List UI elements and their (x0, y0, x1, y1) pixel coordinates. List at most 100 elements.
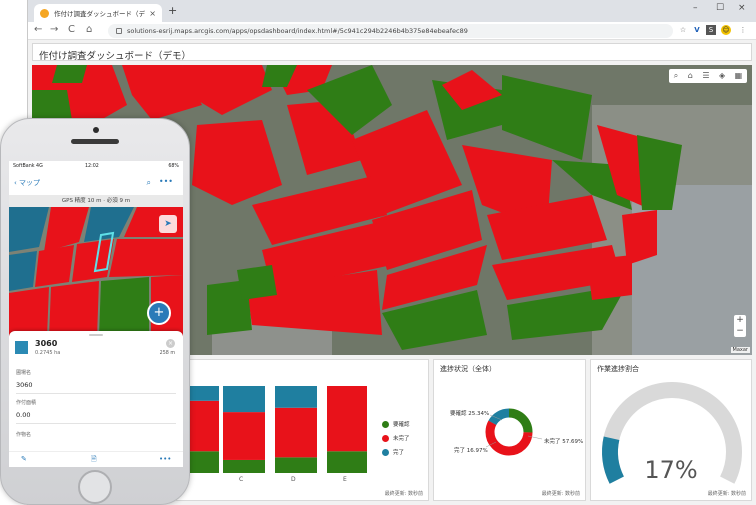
carrier-text: SoftBank 4G (13, 164, 43, 169)
green-parcel (52, 65, 87, 83)
dashboard-title: 作付け調査ダッシュボード（デモ） (39, 51, 192, 62)
close-window-button[interactable]: × (738, 3, 746, 13)
app-nav-bar: ‹ マップ ⌕ ••• (9, 173, 183, 195)
list-icon[interactable]: ☰ (702, 71, 709, 81)
panel-footer: 最終更新: 数秒前 (541, 491, 580, 497)
feature-area: 0.2745 ha (35, 350, 61, 356)
new-tab-button[interactable]: + (168, 5, 177, 17)
url-text: solutions-esrij.maps.arcgis.com/apps/ops… (127, 27, 468, 35)
green-parcel (237, 265, 277, 300)
map-attribution: Maxar (730, 347, 750, 353)
clock-text: 12:02 (85, 164, 99, 169)
status-bar: SoftBank 4G 12:02 68% (9, 161, 183, 173)
tab-close-icon[interactable]: × (149, 9, 156, 18)
basemap-icon[interactable]: ▦ (735, 71, 743, 81)
browser-tab[interactable]: 作付け調査ダッシュボード（デモ） × (34, 4, 162, 22)
map-toolbar: ⌕ ⌂ ☰ ◈ ▦ (669, 69, 747, 83)
stacked-bar-chart (177, 386, 367, 473)
chart-legend: 要確認 未完了 完了 (382, 420, 410, 462)
forward-button[interactable]: → (50, 24, 58, 36)
search-icon[interactable]: ⌕ (147, 178, 151, 188)
attachment-icon[interactable]: 🗎 (91, 455, 97, 466)
donut-label-check: 要確認 25.34% (450, 411, 490, 417)
back-button[interactable]: ← (34, 24, 42, 36)
divider (16, 423, 176, 424)
screenshot-stage: 作付け調査ダッシュボード（デモ） × + – ☐ × ← → C ⌂ solut… (0, 0, 756, 505)
maximize-button[interactable]: ☐ (716, 3, 724, 13)
panel-footer: 最終更新: 数秒前 (384, 491, 423, 497)
more-options-icon[interactable]: ••• (159, 455, 171, 463)
edit-icon[interactable]: ✎ (21, 455, 27, 463)
legend-swatch (382, 448, 389, 456)
feature-sheet: 3060 0.2745 ha 258 m × 圃場名 3060 作付面積 0.0… (9, 331, 183, 467)
green-parcel (99, 277, 149, 337)
minimize-button[interactable]: – (693, 3, 698, 13)
zoom-in-button[interactable]: + (734, 315, 746, 326)
legend-swatch (382, 420, 389, 428)
camera-icon (93, 127, 99, 133)
red-parcel (49, 281, 99, 337)
x-tick-label: D (291, 476, 296, 483)
zoom-control: + − (734, 315, 746, 337)
smartphone: SoftBank 4G 12:02 68% ‹ マップ ⌕ ••• GPS 精度… (0, 118, 190, 505)
legend-item[interactable]: 要確認 (382, 420, 410, 428)
home-icon[interactable]: ⌂ (688, 71, 693, 81)
phone-map[interactable]: ➤ + (9, 207, 183, 337)
extension-s-icon[interactable]: S (706, 25, 716, 35)
gauge-value: 17% (644, 456, 698, 484)
bar-segment[interactable] (223, 412, 265, 460)
profile-avatar-icon[interactable]: ☺ (721, 25, 731, 35)
red-parcel (9, 287, 49, 337)
back-to-map-button[interactable]: ‹ マップ (14, 178, 40, 188)
dashboard-header: 作付け調査ダッシュボード（デモ） (32, 43, 752, 62)
bar-segment[interactable] (223, 386, 265, 413)
field-value: 3060 (16, 381, 33, 389)
legend-label: 要確認 (393, 422, 410, 428)
panel-footer: 最終更新: 数秒前 (707, 491, 746, 497)
gauge-panel: 作業進捗割合 17% 最終更新: 数秒前 (590, 359, 752, 501)
legend-label: 完了 (393, 450, 405, 456)
bar-segment[interactable] (275, 407, 317, 458)
bar-segment[interactable] (275, 386, 317, 408)
bar-segment[interactable] (223, 459, 265, 473)
bookmark-star-icon[interactable]: ☆ (678, 25, 688, 35)
divider (16, 393, 176, 394)
browser-menu-icon[interactable]: ⋮ (738, 25, 748, 35)
blue-parcel (9, 251, 37, 291)
reload-button[interactable]: C (68, 24, 75, 36)
address-bar[interactable]: solutions-esrij.maps.arcgis.com/apps/ops… (108, 24, 673, 38)
x-tick-label: E (343, 476, 347, 483)
locate-icon[interactable]: ➤ (159, 215, 177, 233)
add-feature-button[interactable]: + (147, 301, 171, 325)
browser-toolbar: ← → C ⌂ solutions-esrij.maps.arcgis.com/… (28, 22, 756, 40)
feature-symbol (15, 341, 28, 354)
field-value: 0.00 (16, 411, 31, 419)
favicon-icon (40, 8, 49, 18)
zoom-out-button[interactable]: − (734, 326, 746, 337)
gps-accuracy-bar: GPS 精度 10 m · 必須 9 m (9, 195, 183, 207)
legend-item[interactable]: 未完了 (382, 434, 410, 442)
layers-icon[interactable]: ◈ (719, 71, 725, 81)
donut-label-complete: 完了 16.97% (454, 448, 488, 454)
legend-item[interactable]: 完了 (382, 448, 410, 456)
bar-segment[interactable] (275, 457, 317, 473)
sheet-handle[interactable] (89, 334, 103, 336)
battery-text: 68% (168, 164, 179, 169)
bar-segment[interactable] (327, 451, 367, 473)
search-icon[interactable]: ⌕ (674, 71, 678, 81)
donut-chart (485, 408, 543, 456)
home-button[interactable] (78, 470, 112, 504)
red-parcel (109, 239, 183, 277)
tab-bar: 作付け調査ダッシュボード（デモ） × + – ☐ × (28, 0, 756, 22)
legend-swatch (382, 434, 389, 442)
back-label: マップ (19, 179, 41, 187)
bar-segment[interactable] (327, 386, 367, 452)
donut-label-not-done: 未完了 57.69% (544, 439, 584, 445)
more-icon[interactable]: ••• (159, 177, 173, 186)
lock-icon (116, 28, 122, 34)
close-icon[interactable]: × (166, 339, 175, 348)
x-tick-label: C (239, 476, 244, 483)
home-button[interactable]: ⌂ (86, 24, 92, 36)
extension-v-icon[interactable]: V (692, 25, 702, 35)
feature-title: 3060 (35, 339, 58, 348)
